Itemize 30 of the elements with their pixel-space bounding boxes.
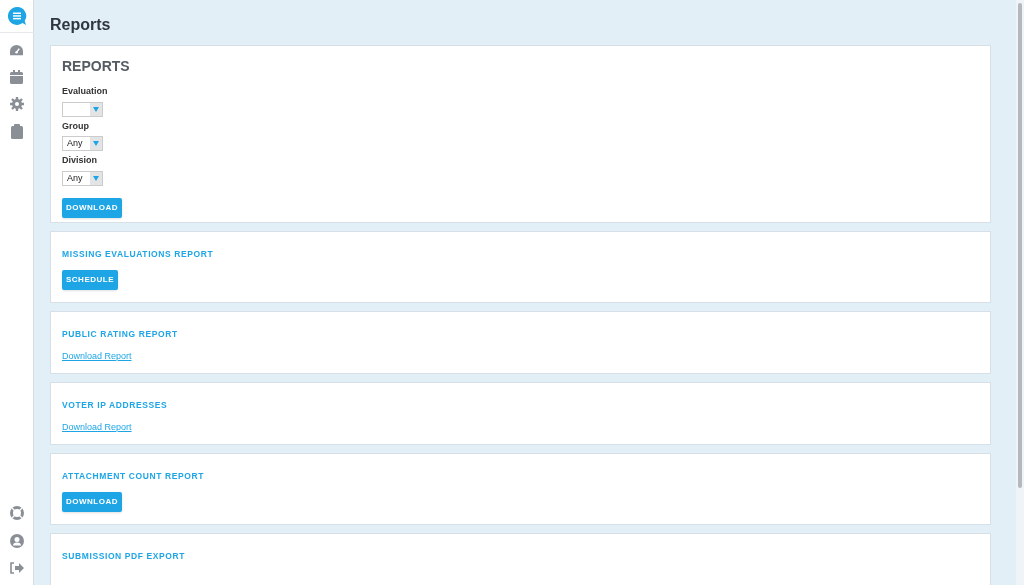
download-link[interactable]: Download Report bbox=[62, 349, 132, 364]
dropdown[interactable] bbox=[62, 101, 103, 117]
lifebuoy-icon[interactable] bbox=[9, 506, 24, 520]
section-title: MISSING EVALUATIONS REPORT bbox=[62, 248, 214, 261]
dropdown[interactable]: Any bbox=[62, 170, 103, 186]
caret-icon bbox=[93, 106, 99, 112]
section-title: SUBMISSION PDF EXPORT bbox=[62, 550, 186, 563]
clipboard-icon[interactable] bbox=[10, 124, 23, 139]
download-button[interactable]: DOWNLOAD bbox=[62, 491, 122, 512]
settings-icon[interactable] bbox=[9, 97, 24, 111]
field-label: Evaluation bbox=[62, 85, 108, 98]
section-title: PUBLIC RATING REPORT bbox=[62, 328, 178, 341]
download-button[interactable]: DOWNLOAD bbox=[62, 197, 122, 218]
scrollbar-thumb[interactable] bbox=[1018, 3, 1022, 488]
field-label: Division bbox=[62, 154, 97, 167]
caret-icon bbox=[93, 141, 99, 146]
page-title: Reports bbox=[50, 15, 111, 35]
download-link[interactable]: Download Report bbox=[62, 420, 132, 435]
field-label: Group bbox=[62, 119, 89, 133]
sign-out-icon[interactable] bbox=[9, 562, 24, 574]
card-title: REPORTS bbox=[62, 57, 130, 76]
dropdown[interactable]: Any bbox=[62, 136, 103, 151]
user-icon[interactable] bbox=[9, 534, 24, 548]
section-title: ATTACHMENT COUNT REPORT bbox=[62, 470, 204, 483]
caret-icon bbox=[93, 175, 99, 181]
logo-icon[interactable] bbox=[6, 6, 27, 26]
download-button[interactable]: SCHEDULE bbox=[62, 269, 118, 290]
section-title: VOTER IP ADDRESSES bbox=[62, 399, 168, 412]
gauge-icon[interactable] bbox=[9, 44, 24, 57]
calendar-icon[interactable] bbox=[10, 70, 23, 84]
